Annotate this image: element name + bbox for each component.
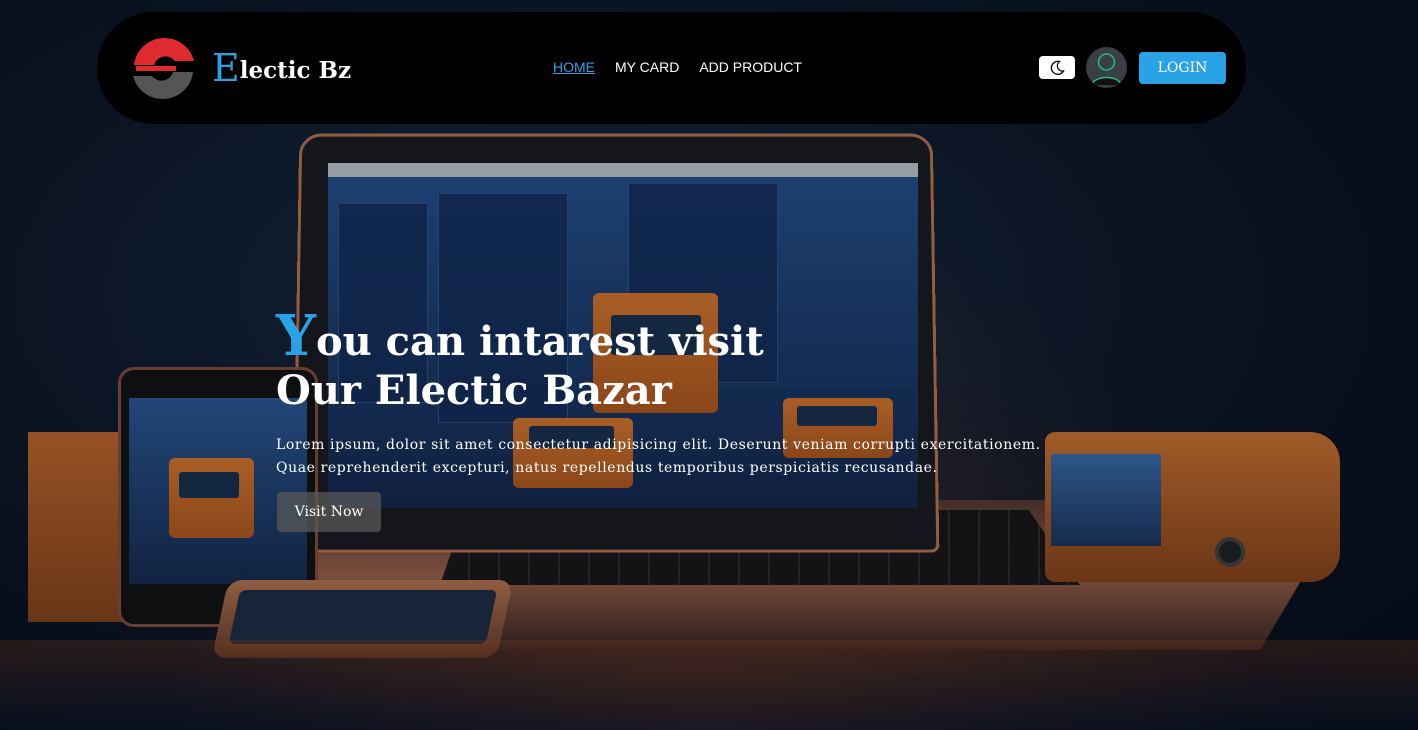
user-avatar[interactable] <box>1086 47 1127 88</box>
hero-section: Electic Bz HOME MY CARD ADD PRODUCT LOGI… <box>0 0 1418 730</box>
user-avatar-icon <box>1091 53 1122 86</box>
moon-icon <box>1050 60 1065 75</box>
hero-description-line1: Lorem ipsum, dolor sit amet consectetur … <box>276 437 1041 453</box>
visit-now-button[interactable]: Visit Now <box>277 492 381 532</box>
nav-link-home[interactable]: HOME <box>553 59 595 75</box>
hero-title-line1: ou can intarest visit <box>315 318 764 365</box>
brand-rest: lectic Bz <box>239 57 351 84</box>
logo-icon[interactable] <box>130 35 197 102</box>
hero-description-line2: Quae reprehenderit excepturi, natus repe… <box>276 460 938 476</box>
nav-link-add-product[interactable]: ADD PRODUCT <box>699 59 802 75</box>
hero-title: You can intarest visit Our Electic Bazar <box>276 308 764 415</box>
login-button[interactable]: LOGIN <box>1139 52 1226 84</box>
top-navbar: Electic Bz HOME MY CARD ADD PRODUCT LOGI… <box>97 12 1246 124</box>
nav-link-my-card[interactable]: MY CARD <box>615 59 679 75</box>
brand-initial: E <box>212 46 240 90</box>
hero-description: Lorem ipsum, dolor sit amet consectetur … <box>276 434 1126 480</box>
hero-title-line2: Our Electic Bazar <box>276 367 672 414</box>
hero-title-initial: Y <box>276 303 316 369</box>
brand-name[interactable]: Electic Bz <box>212 46 351 90</box>
dark-mode-toggle[interactable] <box>1039 56 1075 79</box>
nav-links: HOME MY CARD ADD PRODUCT <box>553 59 802 75</box>
